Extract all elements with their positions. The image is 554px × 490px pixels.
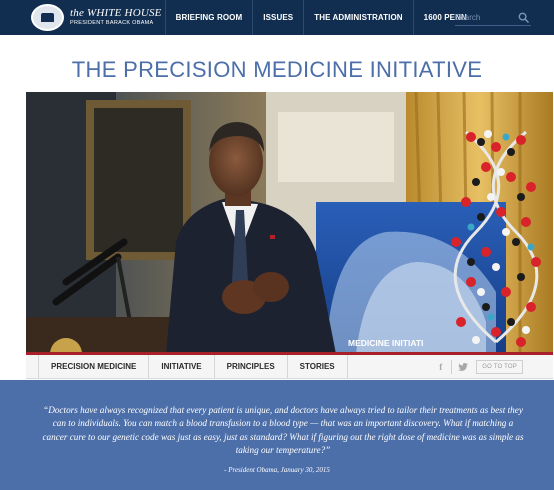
nav-the-administration[interactable]: THE ADMINISTRATION bbox=[303, 0, 412, 35]
search-input[interactable] bbox=[455, 12, 515, 22]
tab-precision-medicine[interactable]: PRECISION MEDICINE bbox=[38, 355, 148, 378]
go-to-top-button[interactable]: GO TO TOP bbox=[476, 360, 523, 374]
presidential-quote: “Doctors have always recognized that eve… bbox=[42, 405, 524, 456]
quote-attribution: - President Obama, January 30, 2015 bbox=[224, 466, 330, 474]
brand-subtitle: PRESIDENT BARACK OBAMA bbox=[70, 20, 154, 27]
search-box bbox=[455, 9, 531, 26]
white-house-logo[interactable]: the WHITE HOUSE PRESIDENT BARACK OBAMA bbox=[31, 0, 162, 35]
nav-briefing-room[interactable]: BRIEFING ROOM bbox=[164, 0, 253, 35]
search-icon[interactable] bbox=[518, 12, 529, 23]
screen-text: MEDICINE INITIATI bbox=[348, 338, 423, 348]
tab-initiative[interactable]: INITIATIVE bbox=[148, 355, 213, 378]
page-title: THE PRECISION MEDICINE INITIATIVE bbox=[71, 57, 483, 82]
tab-principles[interactable]: PRINCIPLES bbox=[213, 355, 287, 378]
main-nav: BRIEFING ROOM ISSUES THE ADMINISTRATION … bbox=[164, 0, 477, 35]
section-nav: PRECISION MEDICINE INITIATIVE PRINCIPLES… bbox=[26, 355, 553, 379]
share-divider bbox=[451, 360, 453, 374]
brand-title: the WHITE HOUSE bbox=[70, 7, 162, 20]
quote-section: “Doctors have always recognized that eve… bbox=[0, 380, 554, 490]
share-tools: f GO TO TOP bbox=[433, 360, 523, 374]
tab-stories[interactable]: STORIES bbox=[286, 355, 348, 378]
facebook-icon[interactable]: f bbox=[433, 360, 448, 374]
presidential-seal-icon bbox=[31, 4, 64, 31]
top-nav: the WHITE HOUSE PRESIDENT BARACK OBAMA B… bbox=[0, 0, 554, 35]
twitter-icon[interactable] bbox=[455, 360, 470, 374]
hero-image: MEDICINE INITIATI bbox=[26, 92, 553, 354]
nav-issues[interactable]: ISSUES bbox=[252, 0, 303, 35]
